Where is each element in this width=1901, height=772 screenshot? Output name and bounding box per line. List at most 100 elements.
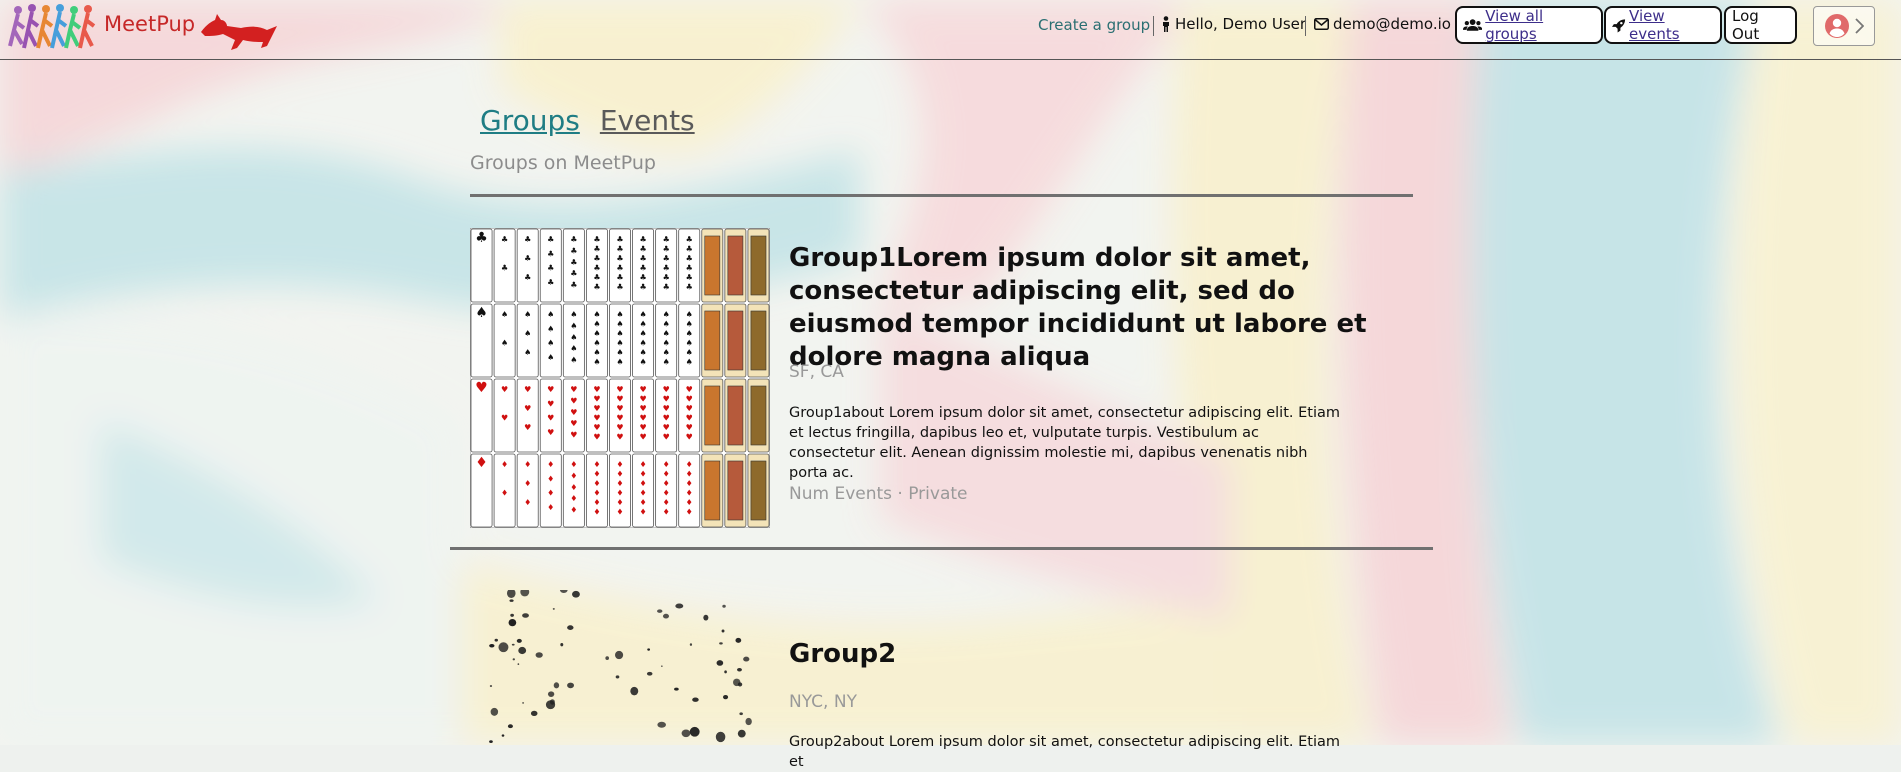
svg-text:♦: ♦ (639, 489, 646, 498)
svg-text:♦: ♦ (593, 479, 600, 488)
svg-text:♠: ♠ (616, 329, 623, 338)
svg-text:♥: ♥ (686, 414, 693, 423)
svg-text:♥: ♥ (593, 414, 600, 423)
svg-text:♥: ♥ (686, 404, 693, 413)
svg-text:♠: ♠ (570, 356, 577, 365)
svg-text:♠: ♠ (547, 324, 554, 333)
svg-text:♦: ♦ (593, 489, 600, 498)
svg-text:♥: ♥ (570, 396, 577, 405)
svg-text:♥: ♥ (663, 385, 670, 394)
svg-text:♠: ♠ (616, 339, 623, 348)
svg-text:♦: ♦ (593, 508, 600, 517)
logout-button[interactable]: Log Out (1724, 6, 1797, 44)
svg-text:♦: ♦ (593, 498, 600, 507)
svg-text:♥: ♥ (686, 395, 693, 404)
svg-text:♦: ♦ (593, 460, 600, 469)
group-meta: Num Events · Private (789, 484, 968, 504)
svg-text:♠: ♠ (639, 339, 646, 348)
svg-text:♥: ♥ (663, 414, 670, 423)
tab-groups[interactable]: Groups (480, 104, 580, 137)
svg-text:♥: ♥ (501, 414, 508, 423)
svg-text:♥: ♥ (547, 385, 554, 394)
svg-text:♣: ♣ (639, 254, 646, 263)
svg-text:♥: ♥ (524, 385, 531, 394)
svg-text:♣: ♣ (593, 283, 600, 292)
brand-name[interactable]: MeetPup (104, 12, 195, 36)
svg-text:♣: ♣ (570, 258, 577, 267)
svg-text:♠: ♠ (686, 320, 693, 329)
svg-text:♦: ♦ (639, 498, 646, 507)
svg-text:♣: ♣ (547, 264, 554, 273)
greeting: Hello, Demo User (1161, 15, 1306, 33)
svg-text:♠: ♠ (616, 320, 623, 329)
svg-text:♥: ♥ (616, 385, 623, 394)
svg-text:♦: ♦ (663, 479, 670, 488)
section-divider (470, 194, 1413, 197)
svg-text:♣: ♣ (593, 245, 600, 254)
svg-text:♥: ♥ (593, 404, 600, 413)
svg-text:♠: ♠ (639, 310, 646, 319)
user-email: demo@demo.io (1314, 15, 1451, 33)
svg-text:♠: ♠ (663, 320, 670, 329)
svg-text:♠: ♠ (663, 329, 670, 338)
content-tabs: Groups Events (480, 104, 695, 137)
svg-text:♥: ♥ (616, 414, 623, 423)
svg-text:♠: ♠ (616, 358, 623, 367)
svg-text:♦: ♦ (616, 508, 623, 517)
group-title[interactable]: Group1Lorem ipsum dolor sit amet, consec… (789, 242, 1399, 374)
dog-icon (201, 14, 277, 50)
svg-text:♦: ♦ (524, 479, 531, 488)
svg-text:♥: ♥ (663, 433, 670, 442)
view-events-button[interactable]: View events (1604, 6, 1722, 44)
svg-text:♠: ♠ (501, 339, 508, 348)
svg-text:♥: ♥ (570, 431, 577, 440)
svg-text:♥: ♥ (547, 428, 554, 437)
svg-text:♣: ♣ (663, 235, 670, 244)
svg-text:♣: ♣ (570, 281, 577, 290)
svg-text:♣: ♣ (593, 254, 600, 263)
top-navbar: MeetPup Create a group Hello, Demo User … (0, 0, 1901, 60)
tab-events[interactable]: Events (600, 104, 695, 137)
view-all-groups-button[interactable]: View all groups (1455, 6, 1603, 44)
svg-text:♥: ♥ (616, 423, 623, 432)
svg-text:♦: ♦ (686, 489, 693, 498)
chevron-right-icon (1854, 18, 1864, 34)
svg-text:♣: ♣ (639, 245, 646, 254)
greeting-text: Hello, Demo User (1175, 15, 1307, 33)
svg-text:♠: ♠ (663, 348, 670, 357)
group-location: NYC, NY (789, 692, 857, 712)
svg-text:♥: ♥ (639, 404, 646, 413)
svg-text:♠: ♠ (686, 348, 693, 357)
svg-text:♣: ♣ (663, 273, 670, 282)
svg-text:♣: ♣ (501, 235, 508, 244)
svg-text:♠: ♠ (639, 348, 646, 357)
svg-text:♦: ♦ (501, 460, 508, 469)
svg-text:♦: ♦ (547, 503, 554, 512)
svg-text:♥: ♥ (663, 404, 670, 413)
user-circle-icon (1824, 14, 1849, 38)
svg-text:♦: ♦ (639, 479, 646, 488)
svg-text:♥: ♥ (547, 414, 554, 423)
group-image-playing-cards[interactable]: ♣ ♣♣♣♣♣♣♣♣♣♣♣♣♣♣♣♣♣♣♣♣♣♣♣♣♣♣♣♣♣♣♣♣♣♣♣♣♣♣♣… (470, 228, 770, 528)
svg-text:♥: ♥ (639, 414, 646, 423)
svg-text:♣: ♣ (639, 283, 646, 292)
svg-text:♥: ♥ (616, 404, 623, 413)
svg-text:♠: ♠ (570, 333, 577, 342)
svg-text:♠: ♠ (524, 348, 531, 357)
svg-text:♦: ♦ (616, 460, 623, 469)
svg-text:♦: ♦ (686, 508, 693, 517)
profile-menu-button[interactable] (1813, 6, 1875, 46)
svg-text:♥: ♥ (524, 423, 531, 432)
svg-text:♣: ♣ (593, 273, 600, 282)
svg-text:♠: ♠ (547, 339, 554, 348)
create-group-link[interactable]: Create a group (1038, 16, 1150, 34)
svg-text:♥: ♥ (639, 433, 646, 442)
runners-logo[interactable] (8, 2, 100, 52)
svg-text:♠: ♠ (639, 320, 646, 329)
svg-text:♣: ♣ (639, 264, 646, 273)
svg-text:♠: ♠ (593, 329, 600, 338)
group-title[interactable]: Group2 (789, 638, 1399, 671)
svg-text:♣: ♣ (663, 283, 670, 292)
svg-text:♦: ♦ (639, 470, 646, 479)
group-image-ink-splatter[interactable] (470, 590, 770, 745)
